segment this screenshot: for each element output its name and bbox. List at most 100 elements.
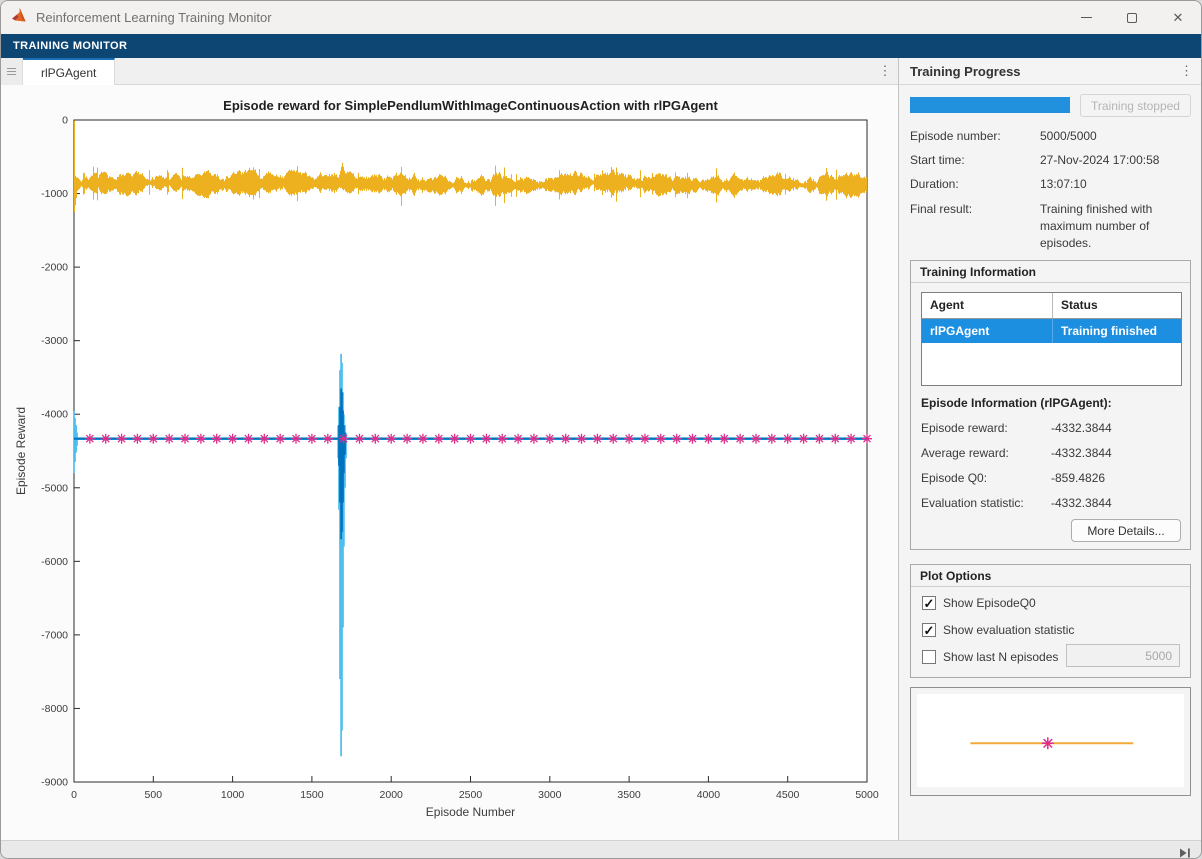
panel-menu-button[interactable]: ⋮ (1180, 63, 1193, 79)
svg-text:-1000: -1000 (41, 188, 68, 200)
episode-q0-value: -859.4826 (1051, 471, 1105, 485)
svg-text:Episode Reward: Episode Reward (14, 407, 28, 495)
training-progress-panel: Training Progress ⋮ Training stopped Epi… (899, 58, 1201, 840)
episode-reward-chart[interactable]: Episode reward for SimplePendlumWithImag… (1, 85, 898, 840)
svg-text:Episode Number: Episode Number (426, 805, 515, 819)
training-information-group: Training Information Agent Status rlPGAg… (910, 260, 1191, 550)
evaluation-statistic-value: -4332.3844 (1051, 496, 1112, 510)
reward-preview-box[interactable] (910, 687, 1191, 796)
tab-overflow-menu-button[interactable]: ⋮ (872, 58, 898, 84)
svg-text:-3000: -3000 (41, 335, 68, 347)
evaluation-statistic-label: Evaluation statistic: (921, 496, 1024, 510)
table-row[interactable]: rlPGAgent Training finished (922, 319, 1181, 343)
average-reward-row: Average reward: -4332.3844 (921, 446, 1180, 460)
app-window: Reinforcement Learning Training Monitor … (0, 0, 1202, 859)
episode-reward-value: -4332.3844 (1051, 421, 1112, 435)
document-tab-strip: rlPGAgent ⋮ (1, 58, 898, 85)
close-icon: ✕ (1173, 11, 1184, 24)
agent-cell: rlPGAgent (922, 319, 1052, 343)
bottom-status-bar (1, 840, 1201, 858)
show-evaluation-statistic-checkbox[interactable]: ✓ (922, 623, 936, 637)
show-last-n-episodes-checkbox[interactable] (922, 650, 936, 664)
duration-label: Duration: (910, 176, 959, 192)
tab-rlpgagent[interactable]: rlPGAgent (23, 58, 115, 85)
ribbon-tab-training-monitor[interactable]: TRAINING MONITOR (1, 34, 1201, 58)
svg-text:0: 0 (62, 115, 68, 127)
svg-text:-5000: -5000 (41, 482, 68, 494)
svg-text:4500: 4500 (776, 789, 800, 801)
duration-value: 13:07:10 (1040, 176, 1192, 193)
svg-text:4000: 4000 (697, 789, 721, 801)
last-n-episodes-input[interactable] (1066, 644, 1180, 667)
window-title: Reinforcement Learning Training Monitor (36, 10, 272, 25)
show-evaluation-statistic-label: Show evaluation statistic (943, 623, 1074, 637)
close-button[interactable]: ✕ (1155, 1, 1201, 34)
table-header-row: Agent Status (922, 293, 1181, 319)
svg-text:-7000: -7000 (41, 629, 68, 641)
final-result-value: Training finished with maximum number of… (1040, 201, 1192, 252)
svg-text:0: 0 (71, 789, 77, 801)
panel-header: Training Progress ⋮ (899, 58, 1201, 85)
minimize-icon (1081, 17, 1092, 18)
episode-information-title: Episode Information (rlPGAgent): (921, 396, 1112, 410)
figure-pane: rlPGAgent ⋮ Episode reward for SimplePen… (1, 58, 899, 840)
svg-text:-4000: -4000 (41, 409, 68, 421)
start-time-value: 27-Nov-2024 17:00:58 (1040, 152, 1192, 169)
svg-text:Episode reward for SimplePendl: Episode reward for SimplePendlumWithImag… (223, 98, 718, 113)
tab-label: rlPGAgent (41, 66, 96, 80)
matlab-logo-icon (11, 7, 28, 28)
svg-text:5000: 5000 (855, 789, 879, 801)
final-result-label: Final result: (910, 201, 972, 217)
svg-text:500: 500 (145, 789, 163, 801)
show-episodeq0-label: Show EpisodeQ0 (943, 596, 1036, 610)
show-last-n-episodes-option: Show last N episodes (922, 649, 1058, 665)
maximize-icon (1127, 13, 1137, 23)
svg-text:3000: 3000 (538, 789, 562, 801)
agent-status-table: Agent Status rlPGAgent Training finished (921, 292, 1182, 386)
episode-reward-row: Episode reward: -4332.3844 (921, 421, 1180, 435)
svg-text:1000: 1000 (221, 789, 245, 801)
show-episodeq0-checkbox[interactable]: ✓ (922, 596, 936, 610)
grip-icon (7, 68, 16, 75)
reward-preview-plot (917, 694, 1184, 787)
status-column-header: Status (1052, 293, 1181, 318)
show-episodeq0-option: ✓ Show EpisodeQ0 (922, 595, 1036, 611)
episode-reward-label: Episode reward: (921, 421, 1008, 435)
training-progress-bar (910, 97, 1070, 113)
window-controls: ✕ (1063, 1, 1201, 34)
status-cell: Training finished (1052, 319, 1181, 343)
start-time-label: Start time: (910, 152, 965, 168)
ribbon-tab-label: TRAINING MONITOR (13, 40, 127, 52)
episode-number-label: Episode number: (910, 128, 1001, 144)
maximize-button[interactable] (1109, 1, 1155, 34)
svg-text:-2000: -2000 (41, 262, 68, 274)
svg-text:-8000: -8000 (41, 703, 68, 715)
training-information-title: Training Information (911, 261, 1190, 283)
svg-text:2000: 2000 (380, 789, 404, 801)
plot-options-group: Plot Options ✓ Show EpisodeQ0 ✓ Show eva… (910, 564, 1191, 678)
plot-options-title: Plot Options (911, 565, 1190, 587)
episode-q0-label: Episode Q0: (921, 471, 987, 485)
show-last-n-episodes-label: Show last N episodes (943, 650, 1058, 664)
title-bar: Reinforcement Learning Training Monitor … (1, 1, 1201, 34)
progress-bar-fill (910, 97, 1070, 113)
more-details-button[interactable]: More Details... (1071, 519, 1181, 542)
svg-text:1500: 1500 (300, 789, 324, 801)
average-reward-value: -4332.3844 (1051, 446, 1112, 460)
main-area: rlPGAgent ⋮ Episode reward for SimplePen… (1, 58, 1201, 840)
episode-number-value: 5000/5000 (1040, 128, 1192, 145)
training-stopped-button[interactable]: Training stopped (1080, 94, 1191, 117)
show-evaluation-statistic-option: ✓ Show evaluation statistic (922, 622, 1074, 638)
svg-text:-6000: -6000 (41, 556, 68, 568)
panel-title: Training Progress (910, 64, 1021, 79)
svg-text:-9000: -9000 (41, 777, 68, 789)
agent-column-header: Agent (922, 293, 1052, 318)
tab-grip-button[interactable] (1, 58, 23, 85)
svg-text:3500: 3500 (617, 789, 641, 801)
episode-q0-row: Episode Q0: -859.4826 (921, 471, 1180, 485)
svg-text:2500: 2500 (459, 789, 483, 801)
minimize-button[interactable] (1063, 1, 1109, 34)
expand-panel-icon[interactable] (1180, 845, 1191, 859)
evaluation-statistic-row: Evaluation statistic: -4332.3844 (921, 496, 1180, 510)
average-reward-label: Average reward: (921, 446, 1009, 460)
